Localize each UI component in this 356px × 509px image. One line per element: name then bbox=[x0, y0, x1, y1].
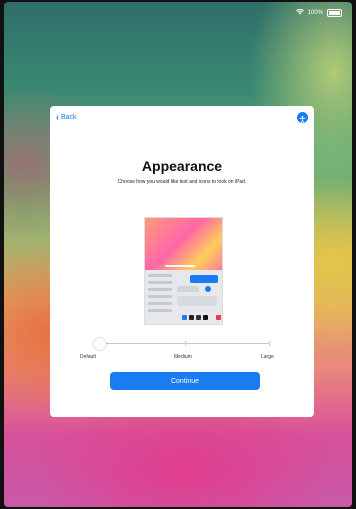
preview-row bbox=[148, 281, 172, 284]
preview-row bbox=[148, 295, 172, 298]
slider-thumb[interactable] bbox=[94, 338, 106, 350]
status-bar: 100% bbox=[295, 7, 342, 19]
preview-swatch bbox=[216, 315, 221, 320]
ipad-screen: 100% ‹ Back Appearance Choose how you wo… bbox=[4, 2, 352, 507]
appearance-preview-image bbox=[144, 217, 223, 325]
wifi-icon bbox=[295, 8, 304, 17]
preview-panel bbox=[177, 296, 217, 306]
preview-swatch bbox=[196, 315, 201, 320]
preview-row bbox=[148, 288, 172, 291]
back-label: Back bbox=[61, 114, 77, 121]
preview-row bbox=[148, 302, 172, 305]
preview-row bbox=[148, 309, 172, 312]
preview-swatch bbox=[203, 315, 208, 320]
preview-message-bubble bbox=[190, 275, 218, 283]
preview-swatch bbox=[182, 315, 187, 320]
size-label-default: Default bbox=[80, 354, 96, 360]
slider-tick bbox=[185, 341, 186, 346]
setup-card: ‹ Back Appearance Choose how you would l… bbox=[50, 106, 314, 417]
accessibility-icon[interactable] bbox=[297, 112, 308, 123]
slider-tick bbox=[269, 341, 270, 346]
back-button[interactable]: ‹ Back bbox=[56, 113, 77, 122]
preview-message-bubble bbox=[177, 286, 199, 292]
preview-swatch bbox=[189, 315, 194, 320]
battery-icon bbox=[327, 9, 342, 17]
text-size-slider[interactable] bbox=[94, 338, 270, 350]
preview-wallpaper bbox=[145, 218, 222, 270]
continue-button[interactable]: Continue bbox=[110, 372, 260, 390]
preview-dot bbox=[205, 286, 211, 292]
preview-sheet bbox=[145, 270, 222, 324]
chevron-left-icon: ‹ bbox=[56, 112, 59, 122]
preview-row bbox=[148, 274, 172, 277]
preview-home-indicator bbox=[165, 265, 195, 267]
page-subtitle: Choose how you would like text and icons… bbox=[117, 179, 247, 185]
page-title: Appearance bbox=[141, 158, 223, 174]
size-label-medium: Medium bbox=[174, 354, 192, 360]
size-label-large: Large bbox=[261, 354, 274, 360]
battery-percentage: 100% bbox=[307, 10, 323, 16]
